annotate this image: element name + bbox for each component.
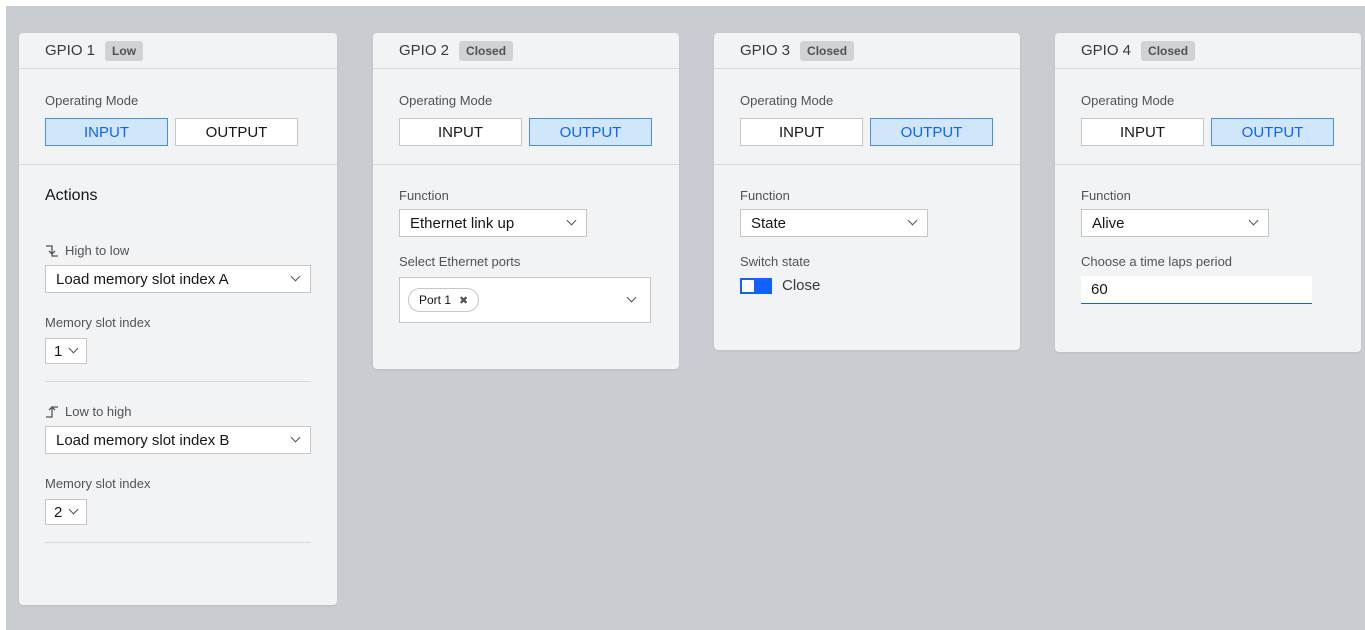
function-label: Function xyxy=(399,188,449,203)
section-divider xyxy=(45,381,311,382)
chevron-down-icon xyxy=(628,296,636,304)
select-value: State xyxy=(751,214,787,232)
memory-slot-select-b[interactable]: 2 xyxy=(45,499,88,525)
select-value: 2 xyxy=(54,503,63,521)
panel-title: GPIO 1 xyxy=(45,42,96,59)
panel-header: GPIO 2 Closed xyxy=(373,33,679,69)
remove-tag-icon[interactable]: ✖ xyxy=(459,294,468,307)
gpio-1-panel: GPIO 1 Low Operating Mode INPUT OUTPUT A… xyxy=(19,33,337,605)
mode-output-button[interactable]: OUTPUT xyxy=(1211,118,1334,146)
actions-heading: Actions xyxy=(45,187,98,204)
tag-label: Port 1 xyxy=(419,293,452,307)
function-label: Function xyxy=(740,188,790,203)
mode-output-button[interactable]: OUTPUT xyxy=(175,118,298,146)
switch-state-toggle[interactable] xyxy=(740,277,772,294)
port-tag: Port 1 ✖ xyxy=(408,288,480,312)
status-badge: Closed xyxy=(459,40,514,61)
mode-input-button[interactable]: INPUT xyxy=(740,118,863,146)
select-value: Load memory slot index A xyxy=(56,270,229,288)
time-period-input[interactable] xyxy=(1081,276,1312,304)
status-badge: Low xyxy=(105,40,144,61)
chevron-down-icon xyxy=(568,219,576,227)
mode-input-button[interactable]: INPUT xyxy=(399,118,522,146)
panel-title: GPIO 2 xyxy=(399,42,450,59)
low-to-high-label: Low to high xyxy=(45,404,311,419)
panel-title: GPIO 4 xyxy=(1081,42,1132,59)
operating-mode-label: Operating Mode xyxy=(45,93,139,108)
chevron-down-icon xyxy=(70,347,78,355)
time-period-label: Choose a time laps period xyxy=(1081,254,1233,269)
memory-slot-select-a[interactable]: 1 xyxy=(45,338,88,364)
section-divider xyxy=(45,542,311,543)
mode-input-button[interactable]: INPUT xyxy=(45,118,168,146)
chevron-down-icon xyxy=(292,436,300,444)
gpio-config-canvas: GPIO 1 Low Operating Mode INPUT OUTPUT A… xyxy=(6,6,1365,630)
switch-state-text: Close xyxy=(782,277,821,294)
gpio-3-panel: GPIO 3 Closed Operating Mode INPUT OUTPU… xyxy=(714,33,1020,350)
panel-header: GPIO 1 Low xyxy=(19,33,337,69)
ethernet-ports-multiselect[interactable]: Port 1 ✖ xyxy=(399,277,651,323)
gpio-4-panel: GPIO 4 Closed Operating Mode INPUT OUTPU… xyxy=(1055,33,1361,352)
select-value: 1 xyxy=(54,342,63,360)
status-badge: Closed xyxy=(800,40,855,61)
memory-slot-label: Memory slot index xyxy=(45,315,151,330)
high-to-low-label: High to low xyxy=(45,243,311,258)
select-value: Alive xyxy=(1092,214,1125,232)
rising-edge-icon xyxy=(46,405,58,418)
function-select[interactable]: Alive xyxy=(1081,209,1269,237)
chevron-down-icon xyxy=(909,219,917,227)
mode-output-button[interactable]: OUTPUT xyxy=(529,118,652,146)
memory-slot-label: Memory slot index xyxy=(45,476,151,491)
ethernet-ports-label: Select Ethernet ports xyxy=(399,254,521,269)
low-to-high-action-select[interactable]: Load memory slot index B xyxy=(45,426,311,454)
falling-edge-icon xyxy=(46,244,58,257)
operating-mode-label: Operating Mode xyxy=(1081,93,1175,108)
panel-header: GPIO 3 Closed xyxy=(714,33,1020,69)
select-value: Load memory slot index B xyxy=(56,431,230,449)
chevron-down-icon xyxy=(292,275,300,283)
function-label: Function xyxy=(1081,188,1131,203)
chevron-down-icon xyxy=(1250,219,1258,227)
operating-mode-label: Operating Mode xyxy=(740,93,834,108)
mode-input-button[interactable]: INPUT xyxy=(1081,118,1204,146)
function-select[interactable]: Ethernet link up xyxy=(399,209,587,237)
mode-output-button[interactable]: OUTPUT xyxy=(870,118,993,146)
function-select[interactable]: State xyxy=(740,209,928,237)
low-to-high-text: Low to high xyxy=(65,404,132,419)
operating-mode-label: Operating Mode xyxy=(399,93,493,108)
high-to-low-action-select[interactable]: Load memory slot index A xyxy=(45,265,311,293)
high-to-low-text: High to low xyxy=(65,243,130,258)
status-badge: Closed xyxy=(1141,40,1196,61)
select-value: Ethernet link up xyxy=(410,214,515,232)
panel-title: GPIO 3 xyxy=(740,42,791,59)
switch-state-label: Switch state xyxy=(740,254,811,269)
gpio-2-panel: GPIO 2 Closed Operating Mode INPUT OUTPU… xyxy=(373,33,679,369)
chevron-down-icon xyxy=(70,508,78,516)
panel-header: GPIO 4 Closed xyxy=(1055,33,1361,69)
